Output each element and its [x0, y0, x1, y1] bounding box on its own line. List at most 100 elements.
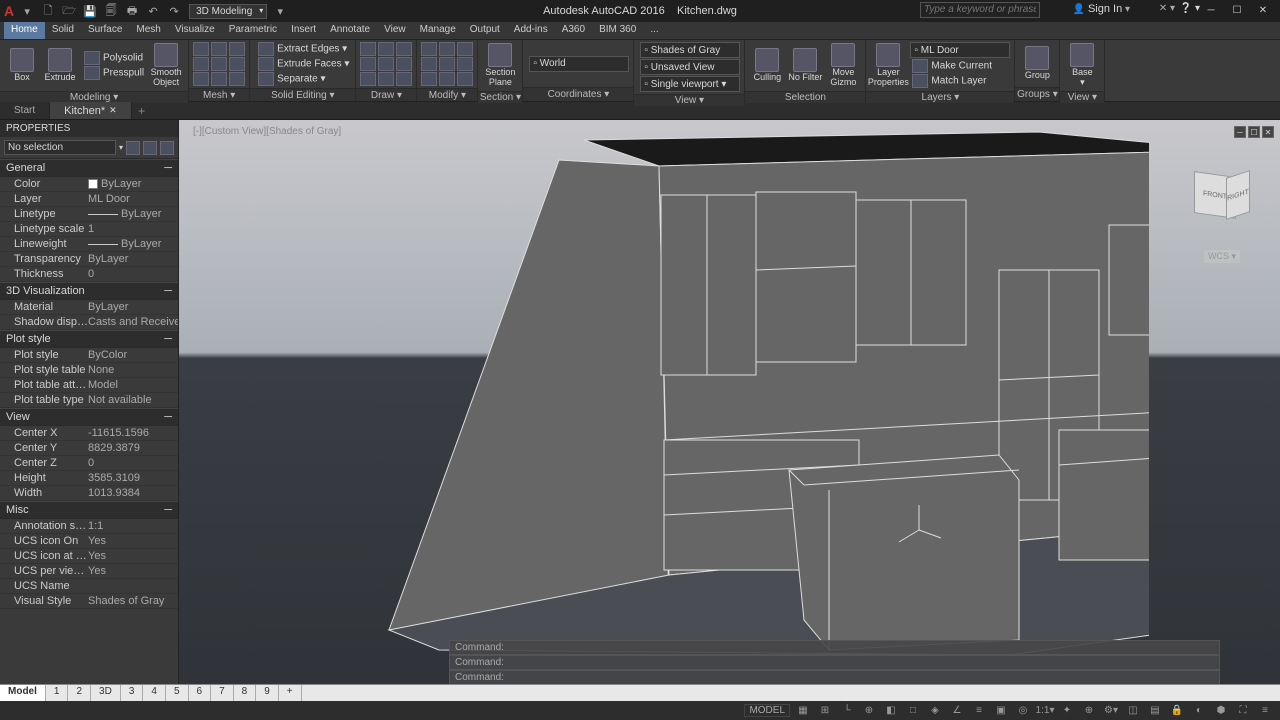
panel-title[interactable]: View ▾: [1060, 91, 1104, 103]
tool-icon[interactable]: [378, 57, 394, 71]
property-value[interactable]: 1:1: [88, 520, 178, 532]
file-tab-kitchen[interactable]: Kitchen* ✕: [50, 102, 132, 119]
property-row[interactable]: Height 3585.3109: [0, 471, 178, 486]
status-mode[interactable]: MODEL: [744, 704, 790, 717]
property-row[interactable]: Center Z 0: [0, 456, 178, 471]
property-value[interactable]: -11615.1596: [88, 427, 178, 439]
ribbon-extrude-button[interactable]: Extrude: [42, 47, 78, 84]
property-row[interactable]: Thickness 0: [0, 267, 178, 282]
property-row[interactable]: UCS icon at ori... Yes: [0, 549, 178, 564]
property-row[interactable]: Width 1013.9384: [0, 486, 178, 501]
tool-icon[interactable]: [396, 42, 412, 56]
wcs-label[interactable]: WCS ▾: [1204, 250, 1240, 263]
menu-insert[interactable]: Insert: [284, 22, 323, 39]
property-value[interactable]: ML Door: [88, 193, 178, 205]
property-value[interactable]: Yes: [88, 550, 178, 562]
tool-icon[interactable]: [193, 57, 209, 71]
ribbon-extract-edges--button[interactable]: Extract Edges ▾: [256, 42, 351, 56]
toggle-pickadd-icon[interactable]: [160, 141, 174, 155]
help-icon[interactable]: ❔ ▾: [1180, 3, 1200, 14]
ribbon-layer-properties-button[interactable]: LayerProperties: [870, 42, 906, 89]
category-header[interactable]: Misc─: [0, 501, 178, 519]
ribbon-smooth-object-button[interactable]: SmoothObject: [148, 42, 184, 89]
layout-tab[interactable]: 6: [189, 685, 212, 701]
panel-title[interactable]: Section ▾: [478, 91, 522, 103]
osnap-icon[interactable]: □: [904, 703, 922, 718]
vp-close-icon[interactable]: ✕: [1262, 126, 1274, 138]
property-value[interactable]: Yes: [88, 535, 178, 547]
property-row[interactable]: UCS per viewp... Yes: [0, 564, 178, 579]
qa-saveas-icon[interactable]: 🗐: [102, 2, 120, 20]
panel-title[interactable]: Groups ▾: [1015, 87, 1059, 101]
property-row[interactable]: Visual Style Shades of Gray: [0, 594, 178, 609]
cycling-icon[interactable]: ◎: [1014, 703, 1032, 718]
tool-icon[interactable]: [378, 72, 394, 86]
close-button[interactable]: ✕: [1250, 0, 1276, 20]
property-value[interactable]: 3585.3109: [88, 472, 178, 484]
transparency-icon[interactable]: ▣: [992, 703, 1010, 718]
panel-title[interactable]: Draw ▾: [356, 88, 416, 101]
ribbon-dropdown[interactable]: ▫ Single viewport ▾: [640, 76, 740, 92]
property-value[interactable]: Model: [88, 379, 178, 391]
property-row[interactable]: Shadow display Casts and Receives...: [0, 315, 178, 330]
ribbon-box-button[interactable]: Box: [4, 47, 40, 84]
search-input[interactable]: [921, 3, 1039, 16]
menu-manage[interactable]: Manage: [413, 22, 463, 39]
ribbon-polysolid-button[interactable]: Polysolid: [82, 51, 146, 65]
workspace-icon[interactable]: ⚙▾: [1102, 703, 1120, 718]
ribbon-culling-button[interactable]: Culling: [749, 47, 785, 84]
ribbon-section-plane-button[interactable]: SectionPlane: [482, 42, 518, 89]
signin-button[interactable]: 👤 Sign In ▾: [1073, 3, 1130, 15]
property-value[interactable]: 0: [88, 268, 178, 280]
ribbon-dropdown[interactable]: ▫ ML Door: [910, 42, 1010, 58]
ribbon-separate--button[interactable]: Separate ▾: [256, 72, 351, 86]
snap-icon[interactable]: ⊞: [816, 703, 834, 718]
collapse-icon[interactable]: ─: [164, 411, 172, 423]
tool-icon[interactable]: [439, 72, 455, 86]
isolate-icon[interactable]: ◐: [1190, 703, 1208, 718]
menu-surface[interactable]: Surface: [81, 22, 129, 39]
tool-icon[interactable]: [457, 42, 473, 56]
workspace-dropdown[interactable]: 3D Modeling: [189, 4, 267, 19]
layout-tab[interactable]: 5: [166, 685, 189, 701]
category-header[interactable]: Plot style─: [0, 330, 178, 348]
grid-icon[interactable]: ▦: [794, 703, 812, 718]
selection-dropdown[interactable]: No selection: [4, 140, 116, 155]
property-row[interactable]: Transparency ByLayer: [0, 252, 178, 267]
layout-tab[interactable]: 8: [234, 685, 257, 701]
hardware-icon[interactable]: ⬢: [1212, 703, 1230, 718]
layout-tab[interactable]: 3: [121, 685, 144, 701]
tool-icon[interactable]: [360, 42, 376, 56]
menu-visualize[interactable]: Visualize: [168, 22, 222, 39]
customize-icon[interactable]: ≡: [1256, 703, 1274, 718]
property-value[interactable]: Yes: [88, 565, 178, 577]
layout-tab[interactable]: Model: [0, 685, 46, 701]
property-row[interactable]: Annotation scale 1:1: [0, 519, 178, 534]
tool-icon[interactable]: [421, 42, 437, 56]
ribbon-extrude-faces--button[interactable]: Extrude Faces ▾: [256, 57, 351, 71]
menu-annotate[interactable]: Annotate: [323, 22, 377, 39]
property-row[interactable]: Linetype scale 1: [0, 222, 178, 237]
tool-icon[interactable]: [211, 72, 227, 86]
otrack-icon[interactable]: ∠: [948, 703, 966, 718]
vp-minimize-icon[interactable]: ─: [1234, 126, 1246, 138]
layout-tab[interactable]: 1: [46, 685, 69, 701]
qa-undo-icon[interactable]: ↶: [144, 2, 162, 20]
property-row[interactable]: Center X -11615.1596: [0, 426, 178, 441]
viewcube-right[interactable]: RIGHT: [1226, 170, 1250, 220]
collapse-icon[interactable]: ─: [164, 162, 172, 174]
property-value[interactable]: ByColor: [88, 349, 178, 361]
tool-icon[interactable]: [421, 72, 437, 86]
file-tab-start[interactable]: Start: [0, 102, 50, 119]
property-value[interactable]: Not available: [88, 394, 178, 406]
property-value[interactable]: ByLayer: [88, 253, 178, 265]
qa-more-icon[interactable]: ▾: [271, 2, 289, 20]
tool-icon[interactable]: [457, 57, 473, 71]
tool-icon[interactable]: [211, 42, 227, 56]
tool-icon[interactable]: [229, 42, 245, 56]
quickprops-icon[interactable]: ▤: [1146, 703, 1164, 718]
qa-save-icon[interactable]: 💾: [81, 2, 99, 20]
collapse-icon[interactable]: ─: [164, 504, 172, 516]
ribbon-base--button[interactable]: Base▾: [1064, 42, 1100, 89]
ribbon-move-gizmo-button[interactable]: MoveGizmo: [825, 42, 861, 89]
